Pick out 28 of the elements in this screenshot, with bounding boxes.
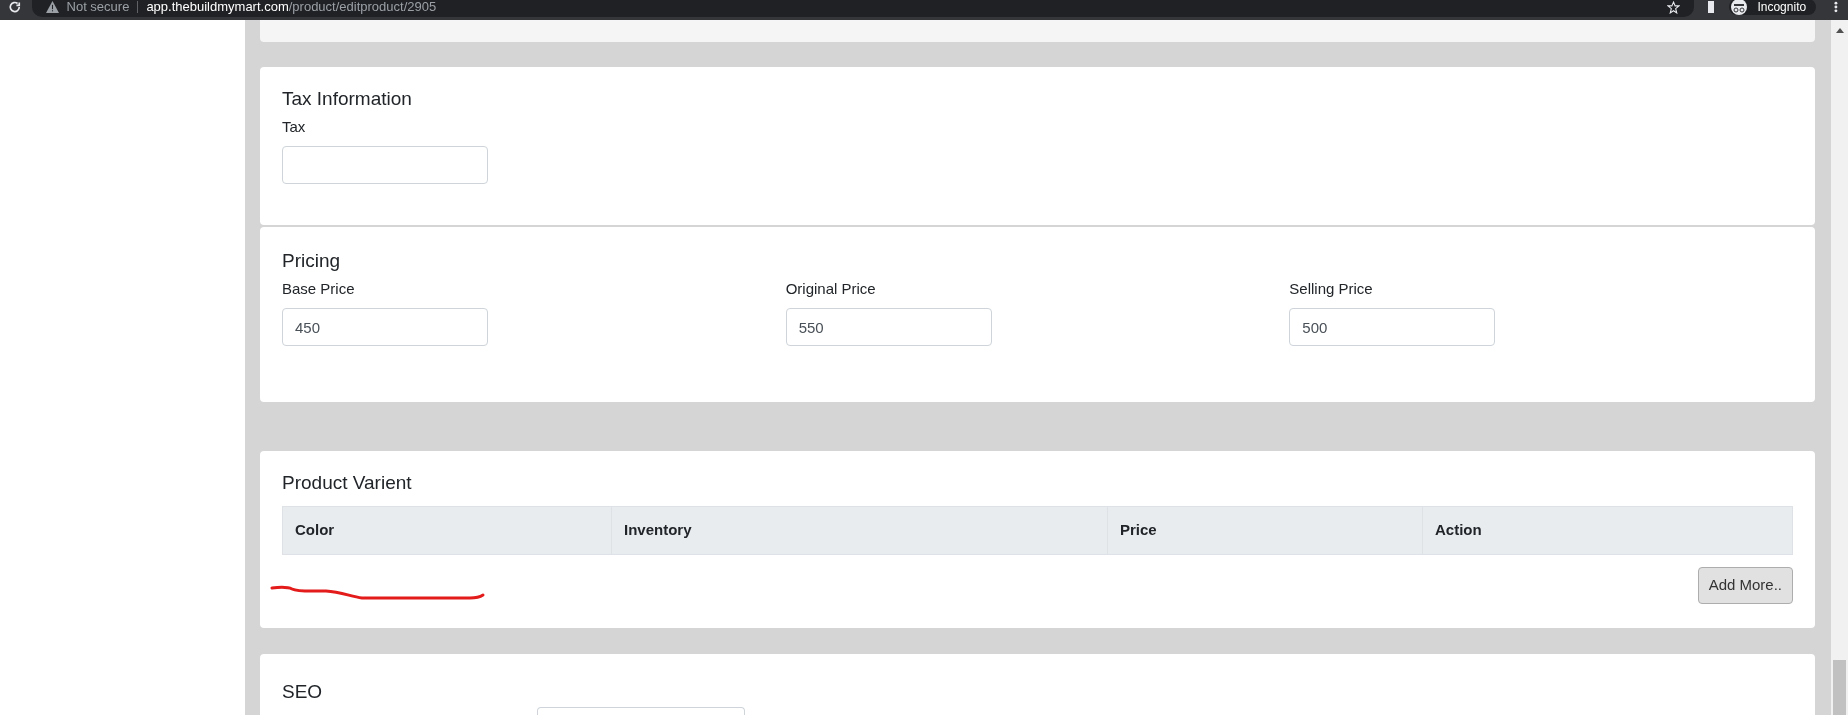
scroll-up-icon[interactable] — [1835, 28, 1844, 33]
input-field[interactable]: 500 — [1289, 308, 1496, 346]
reload-icon[interactable] — [8, 0, 22, 14]
column-header: Price — [1120, 519, 1157, 540]
input-field[interactable] — [282, 146, 488, 184]
star-icon[interactable] — [1666, 0, 1680, 14]
field-label: Tax — [282, 116, 307, 137]
section-title: Product Varient — [282, 471, 413, 495]
column-header: Inventory — [624, 519, 692, 540]
section-title: Pricing — [282, 249, 342, 273]
field-label: Base Price — [282, 278, 355, 299]
section-title: Tax Information — [282, 87, 413, 111]
field-label: Selling Price — [1289, 278, 1373, 299]
address-bar[interactable]: Not secure app.thebuildmymart.com/product/editproduct/2905 — [31, 0, 1694, 17]
field-label: Original Price — [785, 278, 876, 299]
profile-chip[interactable]: Incognito — [1729, 0, 1817, 15]
security-label: Not secure — [66, 0, 130, 17]
column-header: Action — [1435, 519, 1482, 540]
section-title: SEO — [282, 680, 324, 704]
scrollbar-thumb[interactable] — [1833, 660, 1846, 715]
add-more-button[interactable]: Add More.. — [1697, 566, 1793, 604]
column-header: Color — [295, 519, 335, 540]
profile-label: Incognito — [1757, 0, 1807, 16]
menu-icon[interactable] — [1834, 1, 1838, 13]
input-field[interactable]: 450 — [282, 308, 488, 346]
input-field[interactable]: 550 — [785, 308, 992, 346]
url-text: app.thebuildmymart.com/product/editproduct/2905 — [146, 0, 437, 17]
warning-icon — [45, 1, 59, 13]
